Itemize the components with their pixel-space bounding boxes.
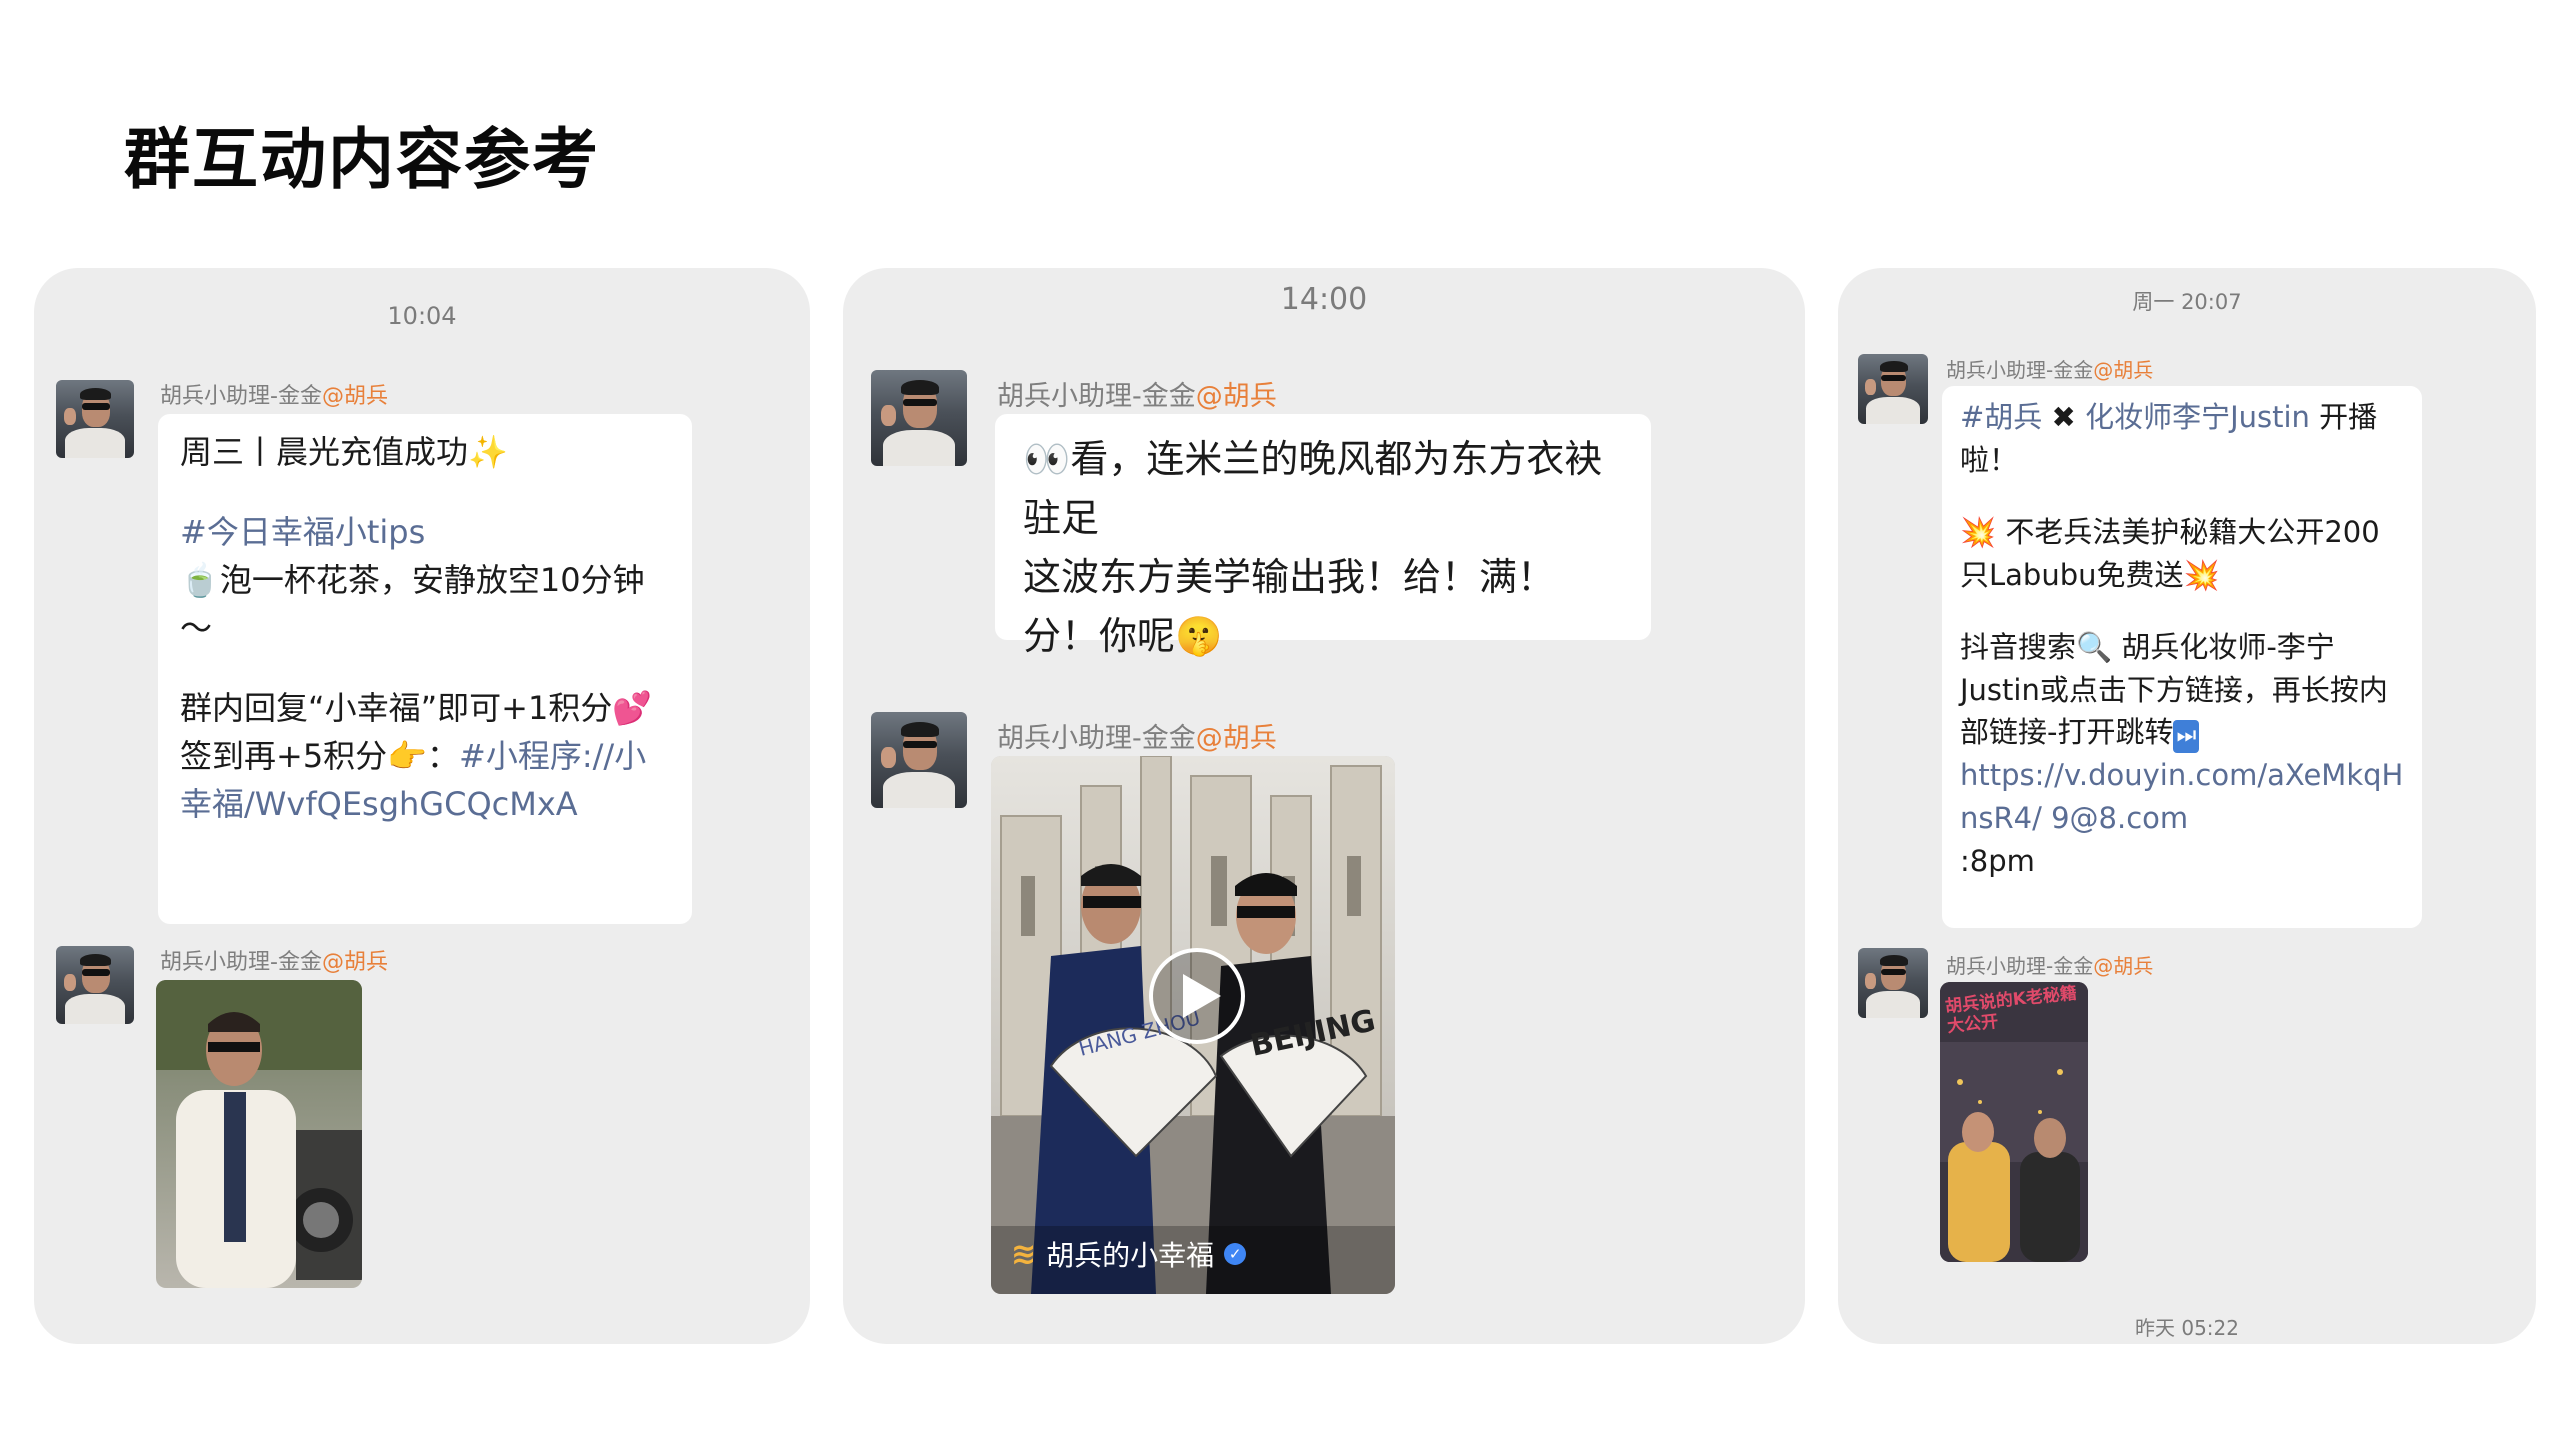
message-bubble[interactable]: 周三丨晨光充值成功✨ #今日幸福小tips 🍵泡一杯花茶，安静放空10分钟～ 群… [158, 414, 692, 924]
douyin-link[interactable]: https://v.douyin.com/aXeMkqHnsR4/ 9@8.co… [1960, 758, 2403, 835]
magnifier-icon: 🔍 [2076, 629, 2113, 664]
sender-name: 胡兵小助理-金金 [1946, 954, 2094, 978]
sender-avatar[interactable] [1858, 354, 1928, 424]
video-message[interactable]: HANG ZHOU BEIJING ≋ 胡兵的小幸福 ✓ [991, 756, 1395, 1294]
chat-panel-1[interactable]: 10:04 胡兵小助理-金金@胡兵 周三丨晨光充值成功✨ #今日幸福小tips … [34, 268, 810, 1344]
message-text: :8pm [1960, 844, 2035, 879]
sender-name: 胡兵小助理-金金 [160, 950, 322, 975]
video-channel-name: 胡兵的小幸福 [1046, 1239, 1215, 1272]
page-title: 群互动内容参考 [124, 121, 600, 198]
sender-name: 胡兵小助理-金金 [997, 723, 1196, 754]
sender-name-line: 胡兵小助理-金金@胡兵 [1946, 354, 2153, 383]
message-text: 群内回复“小幸福”即可+1积分 [180, 689, 613, 727]
mention[interactable]: @胡兵 [2093, 358, 2153, 382]
collision-icon: 💥 [1960, 514, 1997, 549]
sender-name-line: 胡兵小助理-金金@胡兵 [997, 716, 1277, 755]
chat-timestamp: 周一 20:07 [2132, 290, 2242, 314]
image-message[interactable] [156, 980, 362, 1288]
mention[interactable]: @胡兵 [322, 950, 388, 975]
sparkles-icon: ✨ [468, 433, 508, 471]
message-text: 签到再+5积分 [180, 737, 388, 775]
sender-name-line: 胡兵小助理-金金@胡兵 [160, 944, 388, 976]
message-text: 泡一杯花茶，安静放空10分钟～ [180, 561, 645, 647]
message-text: 抖音搜索 [1960, 629, 2077, 664]
mention[interactable]: @胡兵 [1196, 381, 1277, 412]
message-text: 这波东方美学输出我！给！满！分！你呢 [1023, 554, 1556, 658]
cross-mark-icon: ✖ [2051, 400, 2076, 434]
collision-icon: 💥 [2183, 557, 2220, 592]
chat-panel-2[interactable]: 14:00 胡兵小助理-金金@胡兵 👀看，连米兰的晚风都为东方衣袂驻足 这波东方… [843, 268, 1805, 1344]
pointing-hand-icon: 👉 [387, 737, 428, 775]
sender-avatar[interactable] [871, 712, 967, 808]
message-text: ： [427, 737, 460, 775]
video-channel-bar[interactable]: ≋ 胡兵的小幸福 ✓ [1011, 1234, 1247, 1274]
mention[interactable]: @胡兵 [322, 384, 388, 409]
mention[interactable]: @胡兵 [2093, 954, 2153, 978]
message-text: 看，连米兰的晚风都为东方衣袂驻足 [1023, 437, 1603, 540]
sender-avatar[interactable] [1858, 948, 1928, 1018]
sender-name-line: 胡兵小助理-金金@胡兵 [1946, 950, 2153, 979]
hashtag-link[interactable]: #胡兵 [1960, 400, 2042, 434]
chat-panel-3[interactable]: 周一 20:07 胡兵小助理-金金@胡兵 #胡兵 ✖ 化妆师李宁Justin 开… [1838, 268, 2536, 1344]
video-thumbnail: HANG ZHOU BEIJING [991, 756, 1395, 1294]
chat-timestamp: 昨天 05:22 [2135, 1316, 2239, 1340]
mention[interactable]: @胡兵 [1196, 723, 1277, 754]
tea-icon: 🍵 [180, 561, 220, 599]
fast-forward-icon: ⏭ [2173, 720, 2200, 753]
sender-avatar[interactable] [56, 946, 134, 1024]
message-text: 不老兵法美护秘籍大公开200只Labubu免费送 [1960, 514, 2380, 592]
sender-name: 胡兵小助理-金金 [1946, 358, 2094, 382]
hashtag-link[interactable]: #今日幸福小tips [180, 513, 425, 551]
message-text: 周三丨晨光充值成功 [180, 433, 469, 471]
message-bubble[interactable]: 👀看，连米兰的晚风都为东方衣袂驻足 这波东方美学输出我！给！满！分！你呢🤫 [995, 414, 1651, 658]
sender-avatar[interactable] [871, 370, 967, 466]
sender-name-line: 胡兵小助理-金金@胡兵 [160, 378, 388, 410]
chat-timestamp: 10:04 [387, 302, 457, 330]
verified-badge-icon: ✓ [1224, 1243, 1247, 1265]
sender-avatar[interactable] [56, 380, 134, 458]
man-in-suit-photo [156, 980, 362, 1288]
hearts-icon: 💕 [612, 689, 653, 727]
shushing-face-icon: 🤫 [1175, 613, 1223, 658]
sender-name: 胡兵小助理-金金 [997, 381, 1196, 412]
chat-timestamp: 14:00 [1280, 282, 1368, 317]
video-thumbnail-message[interactable]: 胡兵说的K老秘籍大公开 [1940, 982, 2088, 1262]
eyes-icon: 👀 [1023, 437, 1071, 481]
message-bubble[interactable]: #胡兵 ✖ 化妆师李宁Justin 开播啦！ 💥 不老兵法美护秘籍大公开200只… [1942, 386, 2422, 928]
hashtag-link[interactable]: 化妆师李宁Justin [2085, 400, 2310, 434]
channels-logo-icon: ≋ [1011, 1236, 1037, 1272]
sender-name: 胡兵小助理-金金 [160, 384, 322, 409]
sender-name-line: 胡兵小助理-金金@胡兵 [997, 374, 1277, 413]
